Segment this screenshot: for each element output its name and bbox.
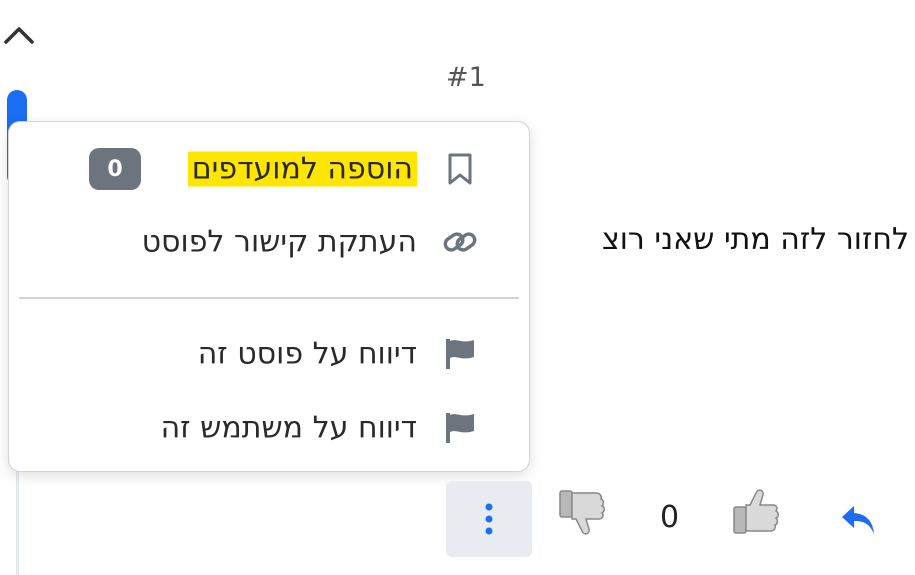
menu-divider	[19, 297, 519, 299]
post-tools-dropdown: הוספה למועדפים 0 העתקת קישור לפוסט דיווח…	[8, 121, 530, 472]
vertical-dots-icon	[485, 503, 493, 535]
reply-arrow-icon[interactable]	[838, 500, 878, 540]
thumbs-down-icon[interactable]	[556, 485, 610, 539]
menu-item-report-user[interactable]: דיווח על משתמש זה	[9, 400, 529, 456]
flag-icon	[443, 337, 477, 371]
menu-item-report-post[interactable]: דיווח על פוסט זה	[9, 326, 529, 382]
post-content: לחזור לזה מתי שאני רוצ	[601, 222, 909, 257]
post-index: #1	[446, 62, 486, 93]
menu-item-label: דיווח על פוסט זה	[197, 336, 417, 372]
bookmark-count-badge: 0	[89, 148, 141, 190]
menu-item-label: דיווח על משתמש זה	[160, 410, 417, 446]
bookmark-icon	[443, 152, 477, 186]
chevron-up-icon[interactable]	[4, 22, 34, 46]
menu-item-label: העתקת קישור לפוסט	[141, 224, 417, 260]
menu-item-copy-link[interactable]: העתקת קישור לפוסט	[9, 214, 529, 270]
menu-item-bookmark[interactable]: הוספה למועדפים 0	[9, 141, 529, 197]
flag-icon	[443, 411, 477, 445]
menu-item-label: הוספה למועדפים	[187, 151, 417, 187]
thumbs-up-icon[interactable]	[730, 485, 784, 539]
vote-count: 0	[660, 500, 680, 535]
link-icon	[443, 225, 477, 259]
post-tools-button[interactable]	[446, 481, 532, 557]
